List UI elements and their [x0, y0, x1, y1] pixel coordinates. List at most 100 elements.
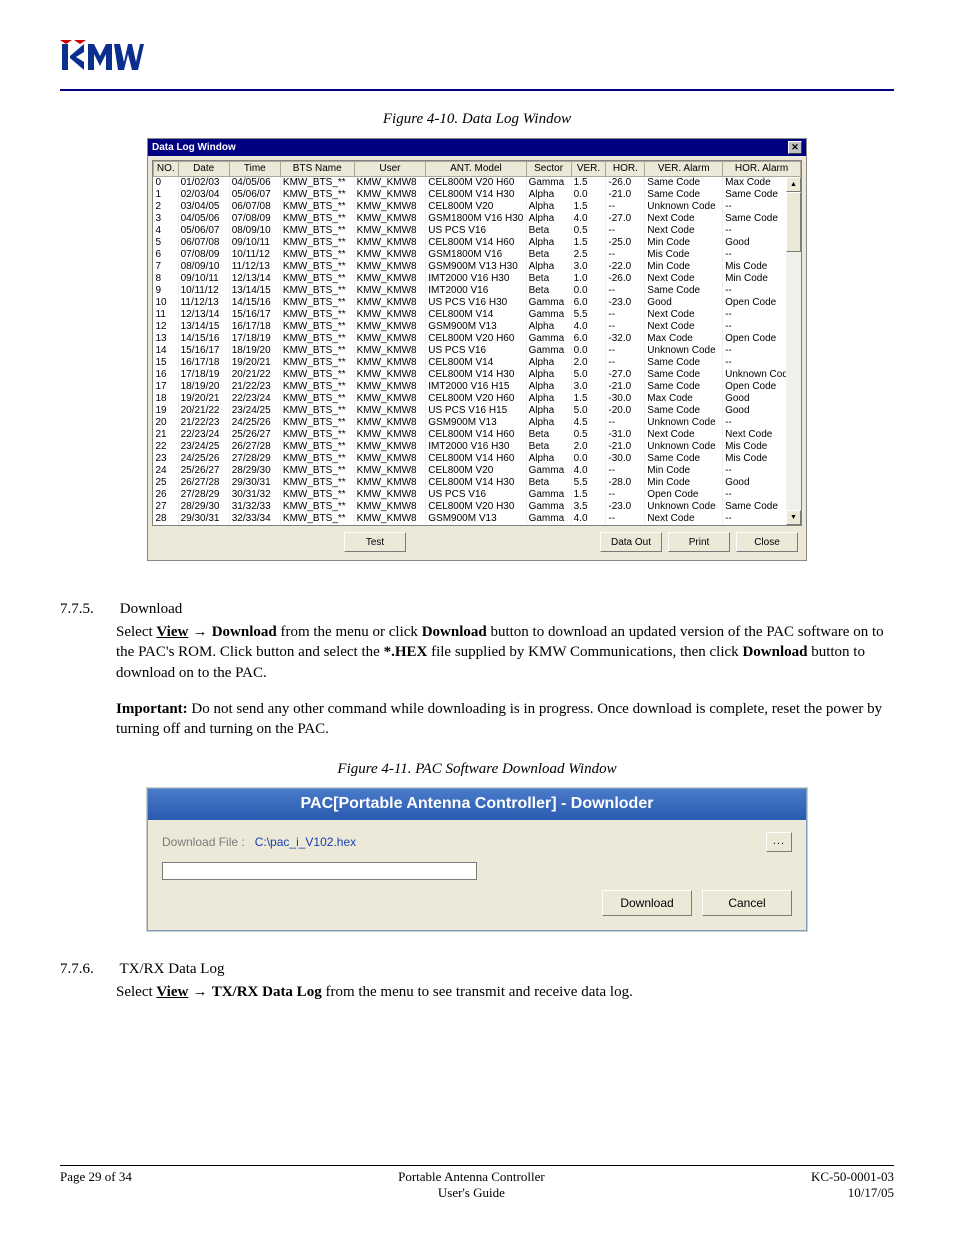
column-header[interactable]: Sector — [526, 162, 571, 177]
scroll-down-icon[interactable]: ▼ — [786, 510, 801, 525]
cell: KMW_KMW8 — [354, 345, 426, 357]
table-row[interactable]: 102/03/0405/06/07KMW_BTS_**KMW_KMW8CEL80… — [154, 189, 801, 201]
column-header[interactable]: Date — [178, 162, 229, 177]
table-row[interactable]: 2223/24/2526/27/28KMW_BTS_**KMW_KMW8IMT2… — [154, 441, 801, 453]
cell: 2.5 — [571, 249, 606, 261]
footer-right: KC-50-0001-03 10/17/05 — [811, 1169, 894, 1201]
table-row[interactable]: 1314/15/1617/18/19KMW_BTS_**KMW_KMW8CEL8… — [154, 333, 801, 345]
scroll-thumb[interactable] — [786, 192, 801, 252]
table-row[interactable]: 607/08/0910/11/12KMW_BTS_**KMW_KMW8GSM18… — [154, 249, 801, 261]
table-row[interactable]: 506/07/0809/10/11KMW_BTS_**KMW_KMW8CEL80… — [154, 237, 801, 249]
cancel-button[interactable]: Cancel — [702, 890, 792, 916]
cell: 28 — [154, 513, 179, 525]
column-header[interactable]: User — [354, 162, 426, 177]
footer-doc-number: KC-50-0001-03 — [811, 1169, 894, 1184]
table-row[interactable]: 2526/27/2829/30/31KMW_BTS_**KMW_KMW8CEL8… — [154, 477, 801, 489]
cell: Beta — [526, 429, 571, 441]
cell: 27/28/29 — [178, 489, 229, 501]
cell: 0.5 — [571, 429, 606, 441]
cell: 5.0 — [571, 369, 606, 381]
table-row[interactable]: 1011/12/1314/15/16KMW_BTS_**KMW_KMW8US P… — [154, 297, 801, 309]
cell: Min Code — [645, 261, 723, 273]
section-7-7-5-para2: Important: Do not send any other command… — [116, 699, 894, 740]
cell: KMW_BTS_** — [280, 369, 354, 381]
test-button[interactable]: Test — [344, 532, 406, 552]
table-row[interactable]: 1718/19/2021/22/23KMW_BTS_**KMW_KMW8IMT2… — [154, 381, 801, 393]
print-button[interactable]: Print — [668, 532, 730, 552]
cell: 18/19/20 — [178, 381, 229, 393]
column-header[interactable]: HOR. Alarm — [723, 162, 801, 177]
cell: Next Code — [645, 513, 723, 525]
cell: 29/30/31 — [229, 477, 280, 489]
table-row[interactable]: 2122/23/2425/26/27KMW_BTS_**KMW_KMW8CEL8… — [154, 429, 801, 441]
column-header[interactable]: NO. — [154, 162, 179, 177]
table-row[interactable]: 1516/17/1819/20/21KMW_BTS_**KMW_KMW8CEL8… — [154, 357, 801, 369]
cell: -25.0 — [606, 237, 645, 249]
cell: 5.5 — [571, 309, 606, 321]
close-icon[interactable]: ✕ — [788, 141, 802, 154]
cell: Gamma — [526, 345, 571, 357]
cell: 11/12/13 — [229, 261, 280, 273]
table-row[interactable]: 1617/18/1920/21/22KMW_BTS_**KMW_KMW8CEL8… — [154, 369, 801, 381]
cell: KMW_BTS_** — [280, 297, 354, 309]
table-row[interactable]: 2829/30/3132/33/34KMW_BTS_**KMW_KMW8GSM9… — [154, 513, 801, 525]
column-header[interactable]: Time — [229, 162, 280, 177]
table-row[interactable]: 2324/25/2627/28/29KMW_BTS_**KMW_KMW8CEL8… — [154, 453, 801, 465]
vertical-scrollbar[interactable]: ▲ ▼ — [786, 177, 801, 525]
cell: KMW_KMW8 — [354, 177, 426, 190]
column-header[interactable]: ANT. Model — [426, 162, 526, 177]
cell: 24 — [154, 465, 179, 477]
cell: 15/16/17 — [229, 309, 280, 321]
cell: KMW_KMW8 — [354, 225, 426, 237]
cell: 1.5 — [571, 237, 606, 249]
cell: 26/27/28 — [229, 441, 280, 453]
column-header[interactable]: HOR. — [606, 162, 645, 177]
scroll-up-icon[interactable]: ▲ — [786, 177, 801, 192]
cell: -23.0 — [606, 297, 645, 309]
cell: 1.5 — [571, 201, 606, 213]
table-row[interactable]: 910/11/1213/14/15KMW_BTS_**KMW_KMW8IMT20… — [154, 285, 801, 297]
data-out-button[interactable]: Data Out — [600, 532, 662, 552]
close-button[interactable]: Close — [736, 532, 798, 552]
cell: Mis Code — [645, 249, 723, 261]
cell: 16/17/18 — [229, 321, 280, 333]
table-row[interactable]: 1920/21/2223/24/25KMW_BTS_**KMW_KMW8US P… — [154, 405, 801, 417]
cell: 08/09/10 — [229, 225, 280, 237]
cell: Beta — [526, 477, 571, 489]
cell: 05/06/07 — [178, 225, 229, 237]
cell: 04/05/06 — [229, 177, 280, 190]
cell: 22/23/24 — [229, 393, 280, 405]
cell: 19/20/21 — [229, 357, 280, 369]
cell: 24/25/26 — [178, 453, 229, 465]
column-header[interactable]: VER. — [571, 162, 606, 177]
table-row[interactable]: 809/10/1112/13/14KMW_BTS_**KMW_KMW8IMT20… — [154, 273, 801, 285]
table-row[interactable]: 2627/28/2930/31/32KMW_BTS_**KMW_KMW8US P… — [154, 489, 801, 501]
cell: 3.0 — [571, 261, 606, 273]
table-row[interactable]: 304/05/0607/08/09KMW_BTS_**KMW_KMW8GSM18… — [154, 213, 801, 225]
table-row[interactable]: 001/02/0304/05/06KMW_BTS_**KMW_KMW8CEL80… — [154, 177, 801, 190]
cell: 23/24/25 — [229, 405, 280, 417]
table-row[interactable]: 708/09/1011/12/13KMW_BTS_**KMW_KMW8GSM90… — [154, 261, 801, 273]
cell: 4.0 — [571, 213, 606, 225]
table-row[interactable]: 405/06/0708/09/10KMW_BTS_**KMW_KMW8US PC… — [154, 225, 801, 237]
table-row[interactable]: 2021/22/2324/25/26KMW_BTS_**KMW_KMW8GSM9… — [154, 417, 801, 429]
table-row[interactable]: 1415/16/1718/19/20KMW_BTS_**KMW_KMW8US P… — [154, 345, 801, 357]
cell: -- — [606, 513, 645, 525]
table-row[interactable]: 2728/29/3031/32/33KMW_BTS_**KMW_KMW8CEL8… — [154, 501, 801, 513]
table-row[interactable]: 203/04/0506/07/08KMW_BTS_**KMW_KMW8CEL80… — [154, 201, 801, 213]
cell: Unknown Code — [645, 201, 723, 213]
table-row[interactable]: 1112/13/1415/16/17KMW_BTS_**KMW_KMW8CEL8… — [154, 309, 801, 321]
table-row[interactable]: 1819/20/2122/23/24KMW_BTS_**KMW_KMW8CEL8… — [154, 393, 801, 405]
cell: Alpha — [526, 237, 571, 249]
data-grid[interactable]: NO.DateTimeBTS NameUserANT. ModelSectorV… — [152, 160, 802, 526]
column-header[interactable]: VER. Alarm — [645, 162, 723, 177]
download-button[interactable]: Download — [602, 890, 692, 916]
cell: 13/14/15 — [178, 321, 229, 333]
cell: 1.0 — [571, 273, 606, 285]
column-header[interactable]: BTS Name — [280, 162, 354, 177]
header-rule — [60, 89, 894, 91]
browse-button[interactable]: ... — [766, 832, 792, 852]
table-row[interactable]: 1213/14/1516/17/18KMW_BTS_**KMW_KMW8GSM9… — [154, 321, 801, 333]
table-row[interactable]: 2425/26/2728/29/30KMW_BTS_**KMW_KMW8CEL8… — [154, 465, 801, 477]
cell: 3.5 — [571, 501, 606, 513]
